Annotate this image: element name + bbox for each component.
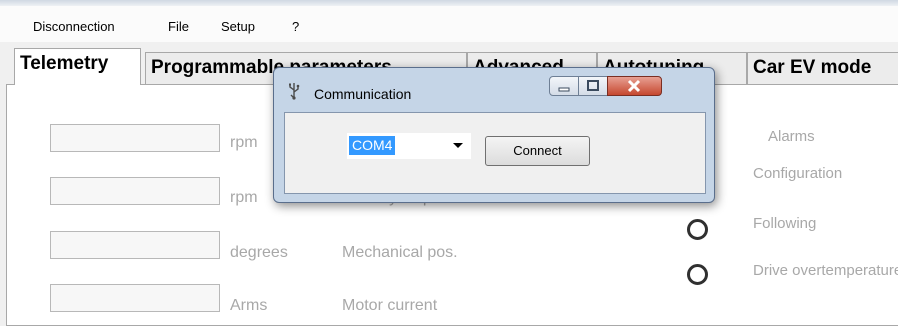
close-icon [627, 79, 641, 93]
unit-label-3: degrees [230, 244, 288, 261]
param-label-3: Mechanical pos. [342, 244, 458, 261]
com-port-value: COM4 [349, 136, 396, 155]
menu-disconnection[interactable]: Disconnection [33, 19, 115, 34]
com-port-select[interactable]: COM4 [347, 133, 471, 159]
param-label-4: Motor current [342, 297, 438, 314]
usb-icon [289, 83, 300, 100]
unit-label-2: rpm [230, 189, 258, 206]
tab-car-ev-mode[interactable]: Car EV mode [747, 52, 898, 84]
connect-button[interactable]: Connect [485, 136, 590, 166]
close-button[interactable] [607, 76, 662, 96]
alarms-heading: Alarms [768, 128, 815, 145]
minimize-icon [558, 87, 570, 92]
communication-dialog: Communication COM4 Connect [273, 67, 715, 203]
maximize-button[interactable] [578, 76, 608, 96]
alarm-label-drive-overtemperature: Drive overtemperature [753, 262, 898, 279]
minimize-button[interactable] [549, 76, 579, 96]
alarm-led-drive-overtemperature [687, 264, 708, 285]
dialog-title: Communication [314, 86, 412, 102]
alarm-label-configuration: Configuration [753, 165, 843, 182]
alarm-led-following [687, 219, 708, 240]
menu-file[interactable]: File [168, 19, 189, 34]
window-buttons [549, 76, 694, 98]
tab-telemetry[interactable]: Telemetry [14, 48, 141, 85]
alarm-label-following: Following [753, 215, 817, 232]
dialog-client-area: COM4 Connect [284, 112, 706, 194]
dropdown-arrow-icon[interactable] [453, 143, 463, 148]
dialog-titlebar[interactable]: Communication [274, 68, 714, 104]
maximize-icon [587, 80, 599, 91]
menubar: Disconnection File Setup ? [0, 6, 898, 42]
telemetry-field-4[interactable] [50, 284, 220, 312]
telemetry-field-3[interactable] [50, 231, 220, 259]
telemetry-field-1[interactable] [50, 124, 220, 152]
menu-help[interactable]: ? [292, 19, 299, 34]
unit-label-4: Arms [230, 297, 268, 314]
unit-label-1: rpm [230, 134, 258, 151]
telemetry-field-2[interactable] [50, 177, 220, 205]
menu-setup[interactable]: Setup [221, 19, 255, 34]
